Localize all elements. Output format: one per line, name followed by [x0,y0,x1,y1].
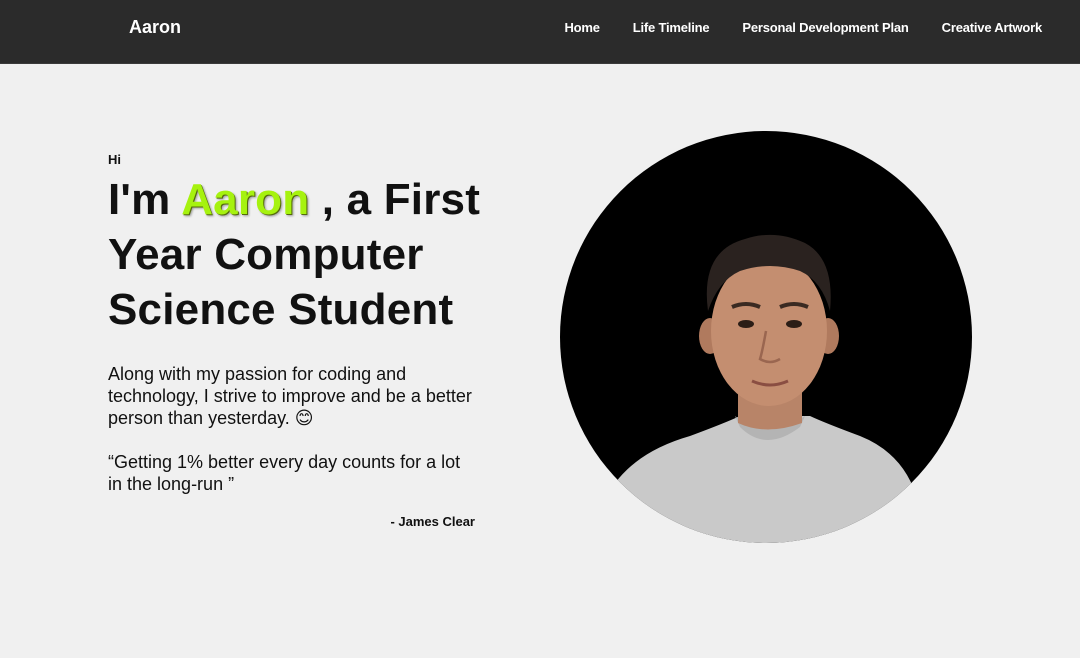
nav-link-creative-artwork[interactable]: Creative Artwork [942,20,1043,35]
quote: “Getting 1% better every day counts for … [108,452,461,494]
person-icon [600,234,920,543]
nav-link-personal-development-plan[interactable]: Personal Development Plan [742,20,908,35]
nav-link-home[interactable]: Home [564,20,600,35]
highlighted-name: Aaron [181,175,310,224]
profile-photo [560,131,972,543]
nav-links: Home Life Timeline Personal Development … [564,20,1042,35]
nav-link-life-timeline[interactable]: Life Timeline [633,20,710,35]
hero-text: Hi I'm Aaron , a First Year Computer Sci… [108,152,488,529]
intro-paragraph: Along with my passion for coding and tec… [108,364,472,428]
quote-attribution: - James Clear [390,514,475,529]
top-navbar: Aaron Home Life Timeline Personal Develo… [0,0,1080,64]
headline-prefix: I'm [108,175,182,224]
brand-link[interactable]: Aaron [129,17,181,38]
headline: I'm Aaron , a First Year Computer Scienc… [108,172,488,337]
greeting: Hi [108,152,121,167]
